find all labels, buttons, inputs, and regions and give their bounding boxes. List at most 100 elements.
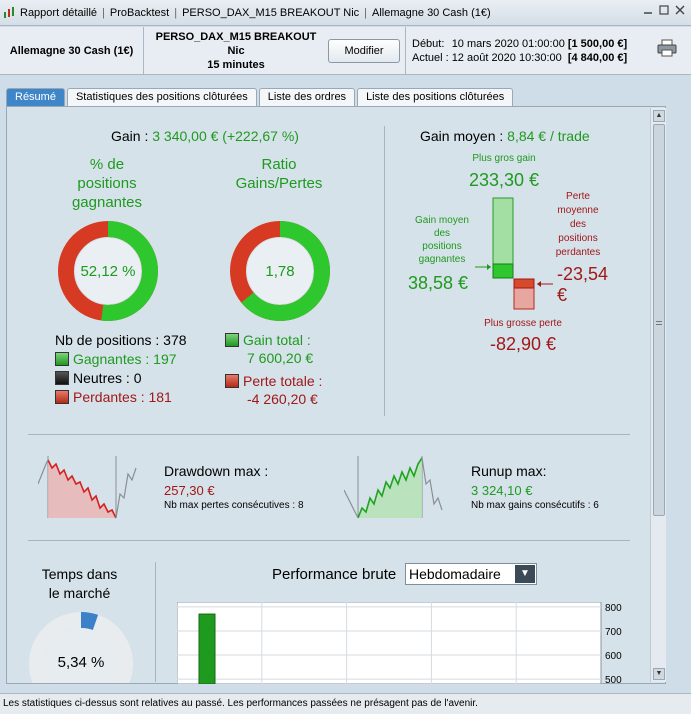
ratio-title-line2: Gains/Pertes: [235, 175, 323, 192]
winning-pct-title-line2: positions: [77, 175, 137, 192]
ratio-value: 1,78: [265, 263, 295, 280]
total-gain-row: Gain total :: [225, 331, 322, 349]
minimize-icon[interactable]: [643, 5, 653, 15]
drawdown-title: Drawdown max :: [164, 463, 269, 479]
title-bar: Rapport détaillé | ProBacktest | PERSO_D…: [0, 0, 691, 26]
strategy-timeframe: 15 minutes: [207, 58, 265, 71]
drawdown-before-line: [38, 459, 49, 485]
winners-legend-icon: [55, 352, 69, 366]
avg-losing-value-num: -23,54: [557, 264, 609, 284]
avg-winning-label-line2: des: [433, 228, 451, 239]
section-divider-2: [28, 540, 630, 541]
performance-chart: 800 700 600 500: [177, 602, 622, 684]
current-value: [4 840,00 €]: [567, 51, 628, 64]
total-gain-line: Gain : 3 340,00 € (+222,67 %): [40, 128, 370, 144]
avg-losing-label: Perte moyenne des positions perdantes: [548, 190, 608, 260]
title-probacktest: ProBacktest: [109, 6, 170, 19]
winning-pct-title: % de positions gagnantes: [40, 155, 174, 212]
winning-pct-title-line3: gagnantes: [71, 194, 143, 211]
strategy-info: PERSO_DAX_M15 BREAKOUT Nic 15 minutes: [150, 30, 322, 72]
scroll-up-icon[interactable]: ▲: [653, 110, 665, 122]
app-icon: [4, 6, 14, 18]
market-time-donut: [29, 612, 133, 683]
start-label: Début:: [412, 37, 445, 50]
tab-closed-positions-list[interactable]: Liste des positions clôturées: [357, 88, 514, 106]
avg-winning-value: 38,58 €: [408, 273, 469, 293]
bottom-divider: [155, 562, 156, 682]
market-time-title-line1: Temps dans: [41, 566, 118, 582]
start-value: [1 500,00 €]: [567, 37, 628, 50]
totals: Gain total : 7 600,20 € Perte totale : -…: [225, 331, 322, 408]
runup-title: Runup max:: [471, 463, 547, 479]
scroll-grip-icon: [656, 321, 662, 325]
section-divider-1: [28, 434, 630, 435]
avg-winning-label-line3: positions: [422, 241, 462, 252]
avg-winning-label-line4: gagnantes: [418, 254, 466, 265]
status-bar: Les statistiques ci-dessus sont relative…: [0, 693, 691, 714]
period-select-value: Hebdomadaire: [409, 566, 501, 582]
y-tick-label: 600: [605, 651, 622, 662]
instrument-name: Allemagne 30 Cash (1€): [0, 27, 144, 74]
title-strategy: PERSO_DAX_M15 BREAKOUT Nic: [182, 6, 360, 19]
winning-pct-title-line1: % de: [89, 156, 125, 173]
y-tick-label: 500: [605, 675, 622, 684]
dates-cell: Début: 10 mars 2020 01:00:00 [1 500,00 €…: [406, 27, 691, 74]
total-gain-icon: [225, 333, 239, 347]
performance-title: Performance brute: [272, 566, 397, 583]
losers-count: Perdantes : 181: [73, 389, 172, 405]
ratio-title-line1: Ratio: [261, 156, 297, 173]
scroll-down-icon[interactable]: ▼: [653, 668, 665, 680]
y-tick-label: 800: [605, 603, 622, 614]
avg-losing-label-line1: Perte: [566, 191, 590, 202]
printer-icon[interactable]: [657, 39, 677, 57]
performance-bars: [198, 613, 216, 684]
avg-losing-value-currency: €: [557, 285, 568, 305]
avg-losing-label-line3: des: [569, 219, 587, 230]
total-gain-label: Gain total :: [243, 332, 311, 348]
total-loss-row: Perte totale :: [225, 372, 322, 390]
performance-plot-area: [177, 602, 602, 684]
close-icon[interactable]: [675, 5, 685, 15]
tab-closed-positions-stats[interactable]: Statistiques des positions clôturées: [66, 88, 257, 106]
avg-loss-bar: [513, 278, 535, 289]
tab-orders-list[interactable]: Liste des ordres: [258, 88, 356, 106]
biggest-gain-label: Plus gros gain: [472, 153, 536, 164]
avg-loss-arrow-icon: [537, 281, 541, 287]
biggest-loss-value: -82,90 €: [489, 334, 557, 354]
period-select[interactable]: Hebdomadaire ▼: [405, 563, 537, 585]
performance-y-ticks: 800 700 600 500: [605, 603, 622, 684]
market-time-value: 5,34 %: [57, 654, 105, 671]
runup-sparkline: [344, 456, 443, 519]
current-date: 12 août 2020 10:30:00: [451, 51, 562, 64]
losers-row: Perdantes : 181: [55, 388, 187, 407]
avg-winning-label-line1: Gain moyen: [415, 215, 469, 226]
modify-button[interactable]: Modifier: [328, 38, 400, 63]
positions-total: Nb de positions : 378: [55, 332, 187, 348]
drawdown-sparkline: [38, 456, 137, 519]
avg-gain-value: 8,84 € / trade: [507, 128, 590, 144]
avg-losing-label-line2: moyenne: [557, 205, 599, 216]
ratio-title: Ratio Gains/Pertes: [212, 155, 346, 193]
vertical-scrollbar[interactable]: ▲ ▼: [650, 108, 666, 682]
neutral-count: Neutres : 0: [73, 370, 142, 386]
market-time-title-line2: le marché: [48, 585, 111, 601]
losers-legend-icon: [55, 390, 69, 404]
scroll-thumb[interactable]: [653, 124, 665, 516]
tab-summary[interactable]: Résumé: [6, 88, 65, 106]
title-instrument: Allemagne 30 Cash (1€): [372, 6, 491, 19]
strategy-cell: PERSO_DAX_M15 BREAKOUT Nic 15 minutes Mo…: [144, 27, 406, 74]
winning-pct-value: 52,12 %: [80, 263, 136, 280]
avg-gain-bar: [492, 263, 514, 279]
chevron-down-icon[interactable]: ▼: [515, 565, 535, 583]
current-label: Actuel :: [412, 51, 449, 64]
avg-gain-arrow-icon: [487, 264, 491, 270]
tab-bar: Résumé Statistiques des positions clôtur…: [6, 88, 515, 106]
runup-after-line: [421, 457, 443, 511]
avg-winning-label: Gain moyen des positions gagnantes: [402, 214, 482, 266]
total-loss-value: -4 260,20 €: [247, 391, 318, 407]
report-header: Allemagne 30 Cash (1€) PERSO_DAX_M15 BRE…: [0, 27, 691, 75]
gain-label: Gain :: [111, 128, 149, 144]
winners-row: Gagnantes : 197: [55, 350, 187, 369]
maximize-icon[interactable]: [659, 5, 669, 15]
biggest-gain-value: 233,30 €: [468, 170, 540, 190]
